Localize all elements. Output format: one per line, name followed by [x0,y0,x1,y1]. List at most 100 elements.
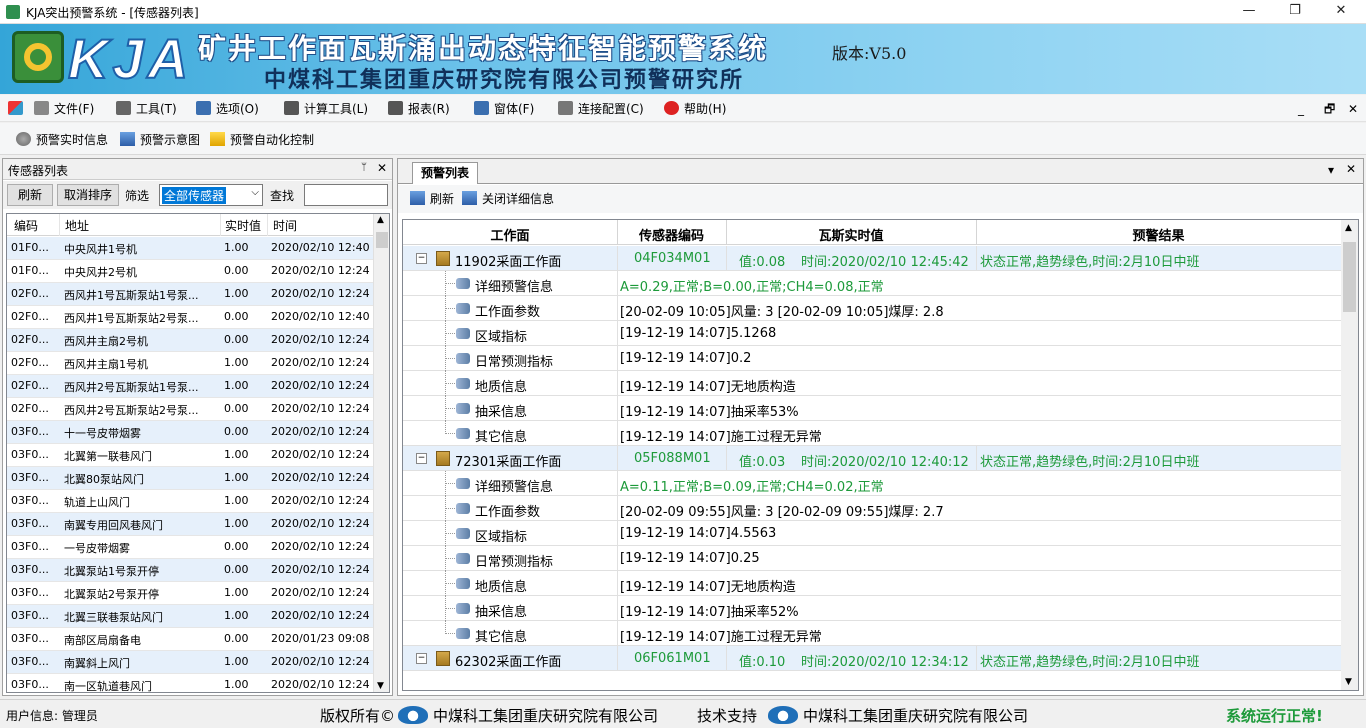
table-cell: 02F0... [11,333,49,346]
tree-parent-row[interactable]: − 62302采面工作面 06F061M01 值:0.10 时间:2020/02… [403,646,1341,671]
menu-item-6[interactable]: 连接配置(C) [558,100,644,118]
column-time[interactable]: 时间 [273,217,297,234]
pin-icon[interactable]: ᛘ [361,162,367,173]
child-label: 地质信息 [475,380,528,395]
table-cell: 2020/01/23 09:08 [271,632,370,645]
toolbar-warning-diagram[interactable]: 预警示意图 [120,131,200,149]
column-work-face[interactable]: 工作面 [403,225,617,244]
tree-child-row[interactable]: 详细预警信息 A=0.29,正常;B=0.00,正常;CH4=0.08,正常 [403,271,1341,296]
child-detail: [19-12-19 14:07]无地质构造 [620,580,796,595]
warning-refresh-label: 刷新 [430,192,455,206]
tree-child-row[interactable]: 其它信息 [19-12-19 14:07]施工过程无异常 [403,621,1341,646]
table-cell: 0.00 [224,425,249,438]
table-row[interactable]: 03F0... 南翼斜上风门 1.00 2020/02/10 12:24 [7,651,375,674]
status-bar: 用户信息: 管理员 版权所有© 中煤科工集团重庆研究院有限公司 技术支持 中煤科… [0,699,1366,728]
tree-child-row[interactable]: 详细预警信息 A=0.11,正常;B=0.09,正常;CH4=0.02,正常 [403,471,1341,496]
refresh-button[interactable]: 刷新 [7,184,53,206]
table-row[interactable]: 03F0... 北翼泵站1号泵开停 0.00 2020/02/10 12:24 [7,559,375,582]
table-row[interactable]: 03F0... 北翼泵站2号泵开停 1.00 2020/02/10 12:24 [7,582,375,605]
warning-refresh-button[interactable]: 刷新 [410,190,454,208]
tree-parent-row[interactable]: − 72301采面工作面 05F088M01 值:0.03 时间:2020/02… [403,446,1341,471]
menu-item-4[interactable]: 报表(R) [388,100,450,118]
collapse-icon[interactable]: − [416,653,427,664]
tree-child-row[interactable]: 日常预测指标 [19-12-19 14:07]0.2 [403,346,1341,371]
tree-child-row[interactable]: 区域指标 [19-12-19 14:07]4.5563 [403,521,1341,546]
table-row[interactable]: 02F0... 西风井1号瓦斯泵站2号泵... 0.00 2020/02/10 12:… [7,306,375,329]
table-row[interactable]: 03F0... 轨道上山风门 1.00 2020/02/10 12:24 [7,490,375,513]
tree-child-row[interactable]: 抽采信息 [19-12-19 14:07]抽采率53% [403,396,1341,421]
tree-child-row[interactable]: 工作面参数 [20-02-09 09:55]风量: 3 [20-02-09 09… [403,496,1341,521]
title-bar: KJA突出预警系统 - [传感器列表] — ❐ ✕ [0,0,1366,24]
sensor-panel-header: 传感器列表 ᛘ ✕ [3,159,392,180]
mdi-close-button[interactable]: ✕ [1348,100,1358,118]
tree-child-row[interactable]: 日常预测指标 [19-12-19 14:07]0.25 [403,546,1341,571]
column-value[interactable]: 实时值 [225,217,261,234]
close-button[interactable]: ✕ [1318,0,1364,24]
sensor-code: 06F061M01 [634,651,711,666]
table-row[interactable]: 03F0... 北翼第一联巷风门 1.00 2020/02/10 12:24 [7,444,375,467]
tab-close-icon[interactable]: ✕ [1346,162,1356,176]
tree-child-row[interactable]: 抽采信息 [19-12-19 14:07]抽采率52% [403,596,1341,621]
maximize-button[interactable]: ❐ [1272,0,1318,24]
column-sensor-code[interactable]: 传感器编码 [617,225,726,244]
menu-item-1[interactable]: 工具(T) [116,100,177,118]
table-row[interactable]: 03F0... 南翼专用回风巷风门 1.00 2020/02/10 12:24 [7,513,375,536]
work-face-icon [436,651,450,666]
table-cell: 02F0... [11,287,49,300]
column-code[interactable]: 编码 [14,217,38,234]
table-row[interactable]: 02F0... 西风井2号瓦斯泵站1号泵... 1.00 2020/02/10 12:… [7,375,375,398]
table-row[interactable]: 03F0... 十一号皮带烟雾 0.00 2020/02/10 12:24 [7,421,375,444]
table-row[interactable]: 03F0... 北翼80泵站风门 1.00 2020/02/10 12:24 [7,467,375,490]
close-detail-button[interactable]: 关闭详细信息 [462,190,554,208]
panel-close-icon[interactable]: ✕ [377,161,387,175]
table-row[interactable]: 03F0... 一号皮带烟雾 0.00 2020/02/10 12:24 [7,536,375,559]
sensor-grid-scrollbar[interactable]: ▲ ▼ [373,214,389,692]
menu-item-2[interactable]: 选项(O) [196,100,259,118]
warning-tree: 工作面 传感器编码 瓦斯实时值 预警结果 − 11902采面工作面 04F034… [402,219,1359,691]
toolbar-auto-control[interactable]: 预警自动化控制 [210,131,314,149]
tree-child-row[interactable]: 工作面参数 [20-02-09 10:05]风量: 3 [20-02-09 10… [403,296,1341,321]
tree-child-row[interactable]: 地质信息 [19-12-19 14:07]无地质构造 [403,571,1341,596]
menu-item-3[interactable]: 计算工具(L) [284,100,368,118]
filter-select[interactable]: 全部传感器 ⌵ [159,184,263,206]
company-logo-icon [398,706,428,724]
table-row[interactable]: 03F0... 北翼三联巷泵站风门 1.00 2020/02/10 12:24 [7,605,375,628]
tree-parent-row[interactable]: − 11902采面工作面 04F034M01 值:0.08 时间:2020/02… [403,246,1341,271]
minimize-button[interactable]: — [1226,0,1272,24]
menu-item-5[interactable]: 窗体(F) [474,100,534,118]
table-row[interactable]: 01F0... 中央风井1号机 1.00 2020/02/10 12:40 [7,237,375,260]
table-row[interactable]: 02F0... 西风井主扇1号机 1.00 2020/02/10 12:24 [7,352,375,375]
column-address[interactable]: 地址 [65,217,89,234]
tab-dropdown-icon[interactable]: ▾ [1328,163,1334,177]
info-icon [456,478,470,489]
tree-child-row[interactable]: 其它信息 [19-12-19 14:07]施工过程无异常 [403,421,1341,446]
table-row[interactable]: 02F0... 西风井主扇2号机 0.00 2020/02/10 12:24 [7,329,375,352]
menu-item-label: 选项(O) [216,102,259,116]
collapse-icon[interactable]: − [416,453,427,464]
work-face-name: 11902采面工作面 [455,255,562,270]
table-cell: 1.00 [224,448,249,461]
menu-item-7[interactable]: 帮助(H) [664,100,726,118]
search-input[interactable] [304,184,388,206]
menu-item-0[interactable]: 文件(F) [34,100,94,118]
table-row[interactable]: 02F0... 西风井1号瓦斯泵站1号泵... 1.00 2020/02/10 12:… [7,283,375,306]
column-warning-result[interactable]: 预警结果 [976,225,1341,244]
work-face-icon [436,251,450,266]
tree-child-row[interactable]: 区域指标 [19-12-19 14:07]5.1268 [403,321,1341,346]
tab-warning-list[interactable]: 预警列表 [412,162,478,184]
table-cell: 西风井2号瓦斯泵站1号泵... [64,381,199,394]
table-row[interactable]: 01F0... 中央风井2号机 0.00 2020/02/10 12:24 [7,260,375,283]
mdi-restore-button[interactable]: 🗗 [1324,100,1335,118]
warning-tree-scrollbar[interactable]: ▲ ▼ [1341,220,1358,690]
table-row[interactable]: 02F0... 西风井2号瓦斯泵站2号泵... 0.00 2020/02/10 12:… [7,398,375,421]
toolbar-realtime-warning[interactable]: 预警实时信息 [16,131,108,149]
table-row[interactable]: 03F0... 南部区局扇备电 0.00 2020/01/23 09:08 [7,628,375,651]
table-row[interactable]: 03F0... 南一区轨道巷风门 1.00 2020/02/10 12:24 [7,674,375,692]
table-cell: 0.00 [224,540,249,553]
cancel-sort-button[interactable]: 取消排序 [57,184,119,206]
mdi-form-icon[interactable] [8,100,28,118]
tree-child-row[interactable]: 地质信息 [19-12-19 14:07]无地质构造 [403,371,1341,396]
collapse-icon[interactable]: − [416,253,427,264]
column-gas-value[interactable]: 瓦斯实时值 [726,225,976,244]
mdi-minimize-button[interactable]: _ [1298,100,1304,118]
